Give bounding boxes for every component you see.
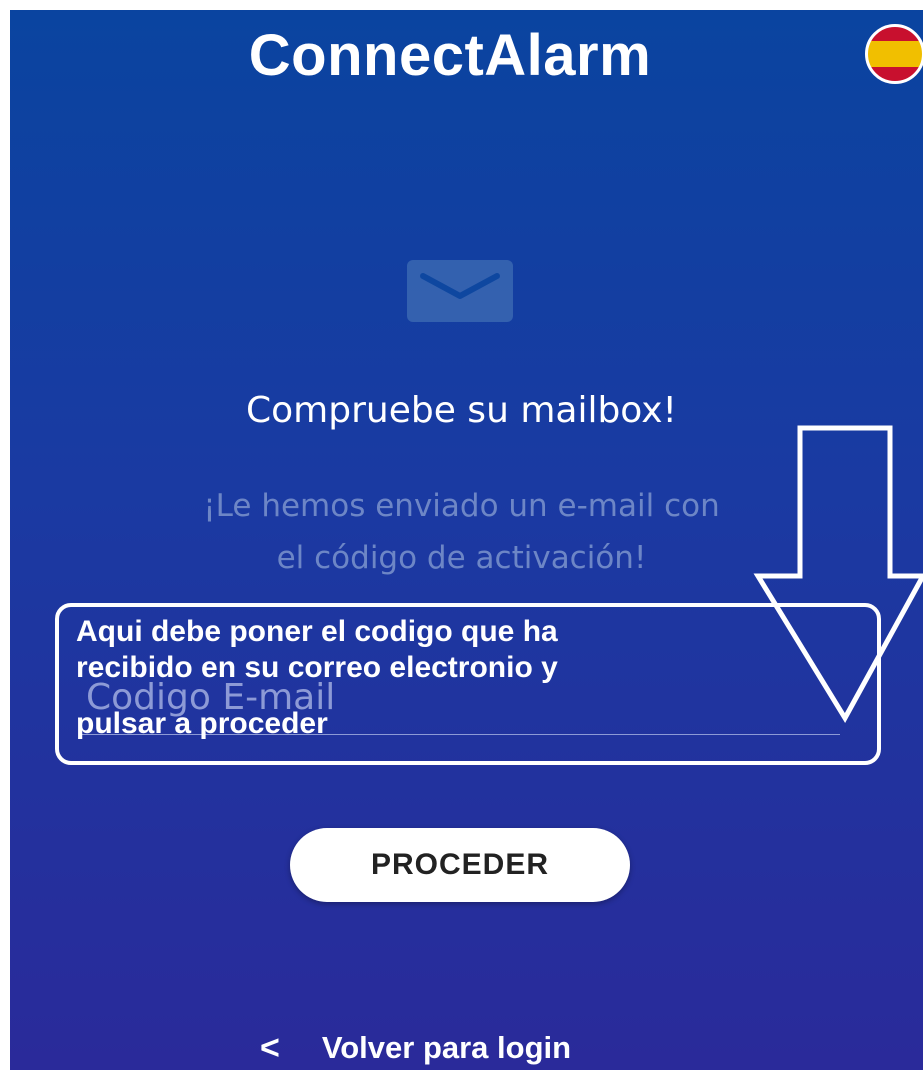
email-code-input[interactable]: [80, 660, 840, 735]
activation-message-line-1: ¡Le hemos enviado un e-mail con: [203, 488, 720, 524]
activation-message-line-2: el código de activación!: [276, 540, 647, 576]
back-to-login-label: Volver para login: [321, 1030, 572, 1065]
app-title: ConnectAlarm: [248, 23, 652, 88]
page-heading: Compruebe su mailbox!: [246, 390, 677, 431]
chevron-left-icon: <: [260, 1028, 280, 1067]
spain-flag-icon[interactable]: [865, 24, 923, 84]
annotation-line-1: Aqui debe poner el codigo que ha: [76, 615, 558, 648]
back-to-login-link[interactable]: < Volver para login: [260, 1026, 571, 1070]
mail-icon: [407, 260, 513, 322]
activation-message: ¡Le hemos enviado un e-mail con el códig…: [10, 480, 913, 584]
proceed-button[interactable]: PROCEDER: [290, 828, 630, 902]
app-screen: ConnectAlarm Compruebe su mailbox! ¡Le h…: [10, 10, 923, 1070]
